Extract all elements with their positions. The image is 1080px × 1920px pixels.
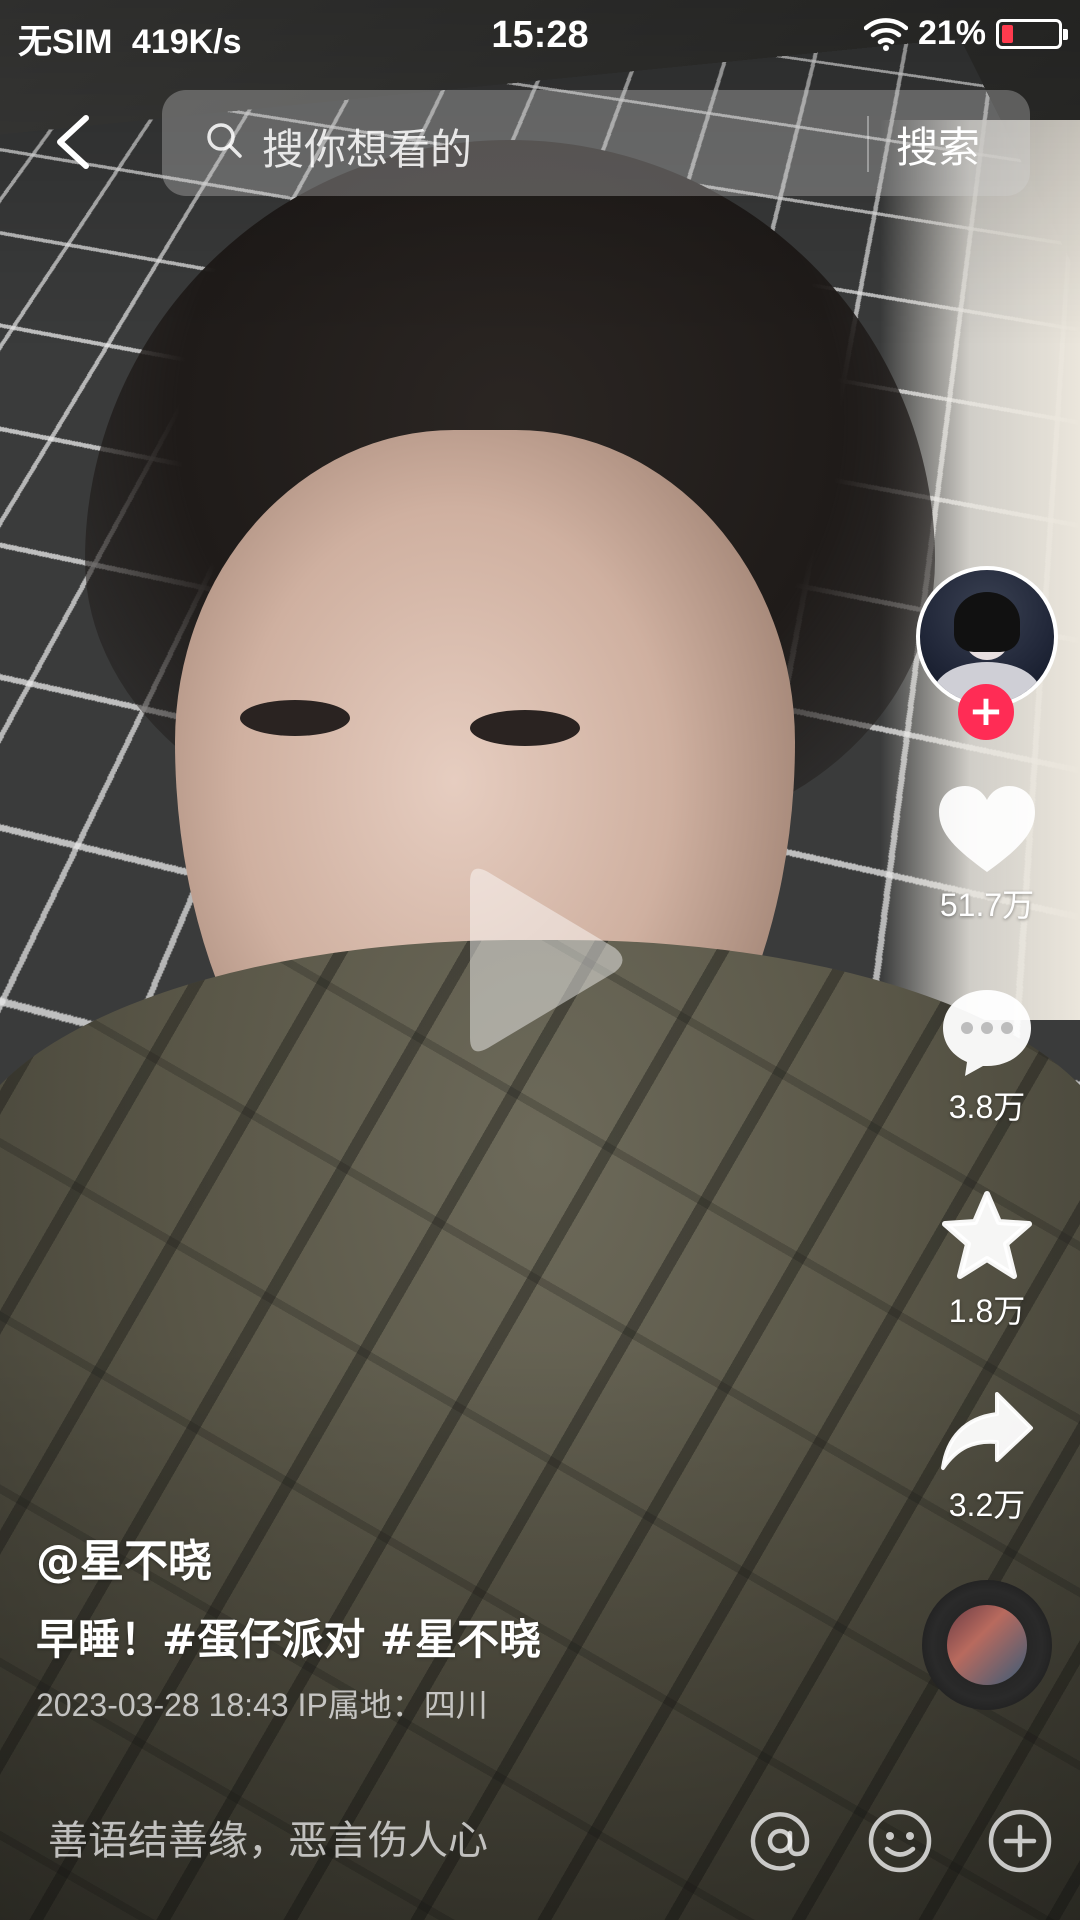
- comment-icon: [943, 990, 1031, 1076]
- wifi-icon: [863, 17, 908, 51]
- emoji-icon[interactable]: [865, 1806, 935, 1876]
- like-button[interactable]: 51.7万: [912, 784, 1062, 926]
- share-button[interactable]: 3.2万: [912, 1390, 1062, 1526]
- favorite-button[interactable]: 1.8万: [912, 1190, 1062, 1332]
- music-disc-icon[interactable]: [922, 1580, 1052, 1710]
- plus-circle-icon[interactable]: [985, 1806, 1055, 1876]
- star-icon: [942, 1191, 1032, 1279]
- status-right: 21%: [863, 14, 1068, 53]
- comment-count: 3.8万: [948, 1089, 1026, 1125]
- post-meta: 2023-03-28 18:43 IP属地：四川: [36, 1687, 488, 1723]
- battery-percent: 21%: [917, 14, 986, 52]
- music-cover: [947, 1605, 1027, 1685]
- plus-icon: +: [968, 686, 1004, 735]
- comment-input[interactable]: 善语结善缘，恶言伤人心: [48, 1808, 488, 1866]
- like-count: 51.7万: [939, 887, 1035, 923]
- search-bar[interactable]: 搜你想看的 搜索: [162, 90, 1030, 196]
- author-name[interactable]: @星不晓: [36, 1525, 212, 1589]
- at-icon[interactable]: [745, 1806, 815, 1876]
- play-icon[interactable]: [460, 860, 630, 1060]
- share-count: 3.2万: [948, 1487, 1026, 1523]
- battery-fill: [1002, 24, 1013, 43]
- author-avatar-group[interactable]: +: [916, 566, 1058, 740]
- search-input[interactable]: 搜你想看的: [262, 116, 472, 177]
- follow-button[interactable]: +: [958, 684, 1014, 740]
- comment-button[interactable]: 3.8万: [912, 986, 1062, 1128]
- video-screen[interactable]: 无SIM 419K/s 15:28 21% 搜你想看的 搜索 + 51.7万 3…: [0, 0, 1080, 1920]
- search-divider: [867, 116, 869, 172]
- video-description[interactable]: 早睡！#蛋仔派对 #星不晓: [36, 1606, 541, 1667]
- favorite-count: 1.8万: [948, 1293, 1026, 1329]
- chevron-left-icon[interactable]: [46, 112, 106, 172]
- battery-icon: [996, 18, 1068, 49]
- share-arrow-icon: [941, 1392, 1033, 1470]
- search-button[interactable]: 搜索: [896, 114, 980, 175]
- status-bar: 无SIM 419K/s 15:28 21%: [0, 0, 1080, 74]
- magnifier-icon: [207, 123, 242, 158]
- avatar-hair-shape: [954, 592, 1020, 652]
- heart-icon: [939, 786, 1035, 872]
